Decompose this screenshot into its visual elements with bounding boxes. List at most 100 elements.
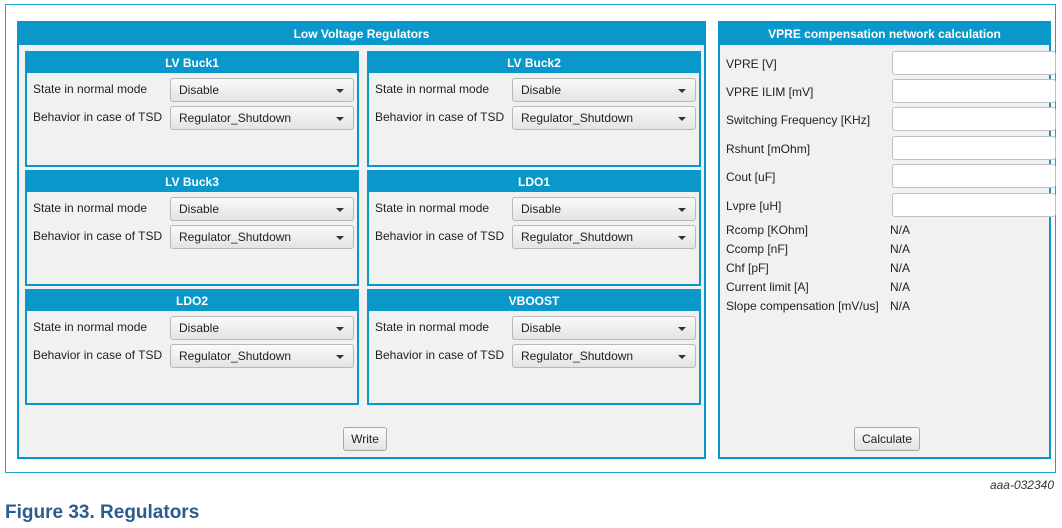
chevron-down-icon	[678, 117, 686, 121]
switching-frequency-input[interactable]	[892, 107, 1056, 131]
tsd-row: Behavior in case of TSD Regulator_Shutdo…	[369, 105, 699, 133]
slope-compensation-label: Slope compensation [mV/us]	[726, 299, 879, 313]
chf-value: N/A	[890, 261, 911, 275]
rshunt-input[interactable]	[892, 136, 1056, 160]
tsd-label: Behavior in case of TSD	[33, 110, 163, 124]
tsd-select[interactable]: Regulator_Shutdown	[170, 106, 354, 130]
group-title: LDO1	[369, 172, 699, 192]
group-lv-buck3: LV Buck3 State in normal mode Disable Be…	[25, 170, 359, 286]
group-ldo2: LDO2 State in normal mode Disable Behavi…	[25, 289, 359, 405]
group-lv-buck1: LV Buck1 State in normal mode Disable Be…	[25, 51, 359, 167]
panel-title: Low Voltage Regulators	[19, 23, 704, 45]
rshunt-label: Rshunt [mOhm]	[726, 142, 811, 156]
figure-id: aaa-032340	[989, 478, 1054, 492]
figure-frame: Low Voltage Regulators LV Buck1 State in…	[5, 4, 1056, 473]
tsd-value: Regulator_Shutdown	[521, 230, 634, 244]
state-select[interactable]: Disable	[170, 197, 354, 221]
tsd-value: Regulator_Shutdown	[521, 349, 634, 363]
tsd-select[interactable]: Regulator_Shutdown	[170, 344, 354, 368]
state-row: State in normal mode Disable	[27, 196, 357, 224]
group-title: LV Buck1	[27, 53, 357, 73]
state-label: State in normal mode	[33, 320, 148, 334]
cout-label: Cout [uF]	[726, 170, 776, 184]
tsd-value: Regulator_Shutdown	[179, 230, 292, 244]
tsd-row: Behavior in case of TSD Regulator_Shutdo…	[27, 343, 357, 371]
state-value: Disable	[521, 321, 562, 335]
chevron-down-icon	[678, 355, 686, 359]
tsd-label: Behavior in case of TSD	[375, 229, 505, 243]
vpre-label: VPRE [V]	[726, 57, 777, 71]
chevron-down-icon	[678, 89, 686, 93]
group-title: LDO2	[27, 291, 357, 311]
state-value: Disable	[179, 83, 220, 97]
tsd-label: Behavior in case of TSD	[33, 348, 163, 362]
tsd-label: Behavior in case of TSD	[33, 229, 163, 243]
group-ldo1: LDO1 State in normal mode Disable Behavi…	[367, 170, 701, 286]
chevron-down-icon	[336, 117, 344, 121]
group-vboost: VBOOST State in normal mode Disable Beha…	[367, 289, 701, 405]
state-row: State in normal mode Disable	[369, 315, 699, 343]
low-voltage-regulators-panel: Low Voltage Regulators LV Buck1 State in…	[17, 21, 706, 459]
tsd-select[interactable]: Regulator_Shutdown	[512, 225, 696, 249]
tsd-value: Regulator_Shutdown	[521, 111, 634, 125]
rcomp-label: Rcomp [KOhm]	[726, 223, 809, 237]
chevron-down-icon	[336, 208, 344, 212]
switching-frequency-label: Switching Frequency [KHz]	[726, 113, 871, 127]
tsd-row: Behavior in case of TSD Regulator_Shutdo…	[27, 105, 357, 133]
state-value: Disable	[521, 202, 562, 216]
state-label: State in normal mode	[375, 201, 490, 215]
vpre-compensation-panel: VPRE compensation network calculation VP…	[718, 21, 1056, 459]
tsd-label: Behavior in case of TSD	[375, 348, 505, 362]
chevron-down-icon	[336, 355, 344, 359]
vpre-input[interactable]	[892, 51, 1056, 75]
state-row: State in normal mode Disable	[27, 77, 357, 105]
tsd-label: Behavior in case of TSD	[375, 110, 505, 124]
rcomp-value: N/A	[890, 223, 911, 237]
lvpre-input[interactable]	[892, 193, 1056, 217]
state-label: State in normal mode	[33, 201, 148, 215]
tsd-select[interactable]: Regulator_Shutdown	[170, 225, 354, 249]
write-button[interactable]: Write	[343, 427, 387, 451]
tsd-row: Behavior in case of TSD Regulator_Shutdo…	[27, 224, 357, 252]
chevron-down-icon	[678, 236, 686, 240]
calculate-button[interactable]: Calculate	[854, 427, 920, 451]
group-lv-buck2: LV Buck2 State in normal mode Disable Be…	[367, 51, 701, 167]
state-row: State in normal mode Disable	[27, 315, 357, 343]
tsd-value: Regulator_Shutdown	[179, 111, 292, 125]
state-select[interactable]: Disable	[512, 197, 696, 221]
tsd-select[interactable]: Regulator_Shutdown	[512, 344, 696, 368]
vpre-ilim-label: VPRE ILIM [mV]	[726, 85, 814, 99]
chevron-down-icon	[678, 208, 686, 212]
chevron-down-icon	[336, 236, 344, 240]
tsd-select[interactable]: Regulator_Shutdown	[512, 106, 696, 130]
state-select[interactable]: Disable	[512, 78, 696, 102]
current-limit-value: N/A	[890, 280, 911, 294]
tsd-value: Regulator_Shutdown	[179, 349, 292, 363]
group-title: VBOOST	[369, 291, 699, 311]
panel-title: VPRE compensation network calculation	[720, 23, 1049, 45]
state-label: State in normal mode	[33, 82, 148, 96]
figure-caption: Figure 33. Regulators	[5, 502, 200, 523]
state-select[interactable]: Disable	[512, 316, 696, 340]
state-select[interactable]: Disable	[170, 316, 354, 340]
state-label: State in normal mode	[375, 82, 490, 96]
chevron-down-icon	[336, 327, 344, 331]
state-select[interactable]: Disable	[170, 78, 354, 102]
group-title: LV Buck2	[369, 53, 699, 73]
state-value: Disable	[179, 202, 220, 216]
chevron-down-icon	[336, 89, 344, 93]
current-limit-label: Current limit [A]	[726, 280, 809, 294]
cout-input[interactable]	[892, 164, 1056, 188]
ccomp-label: Ccomp [nF]	[726, 242, 789, 256]
tsd-row: Behavior in case of TSD Regulator_Shutdo…	[369, 343, 699, 371]
vpre-ilim-input[interactable]	[892, 79, 1056, 103]
group-title: LV Buck3	[27, 172, 357, 192]
chevron-down-icon	[678, 327, 686, 331]
state-row: State in normal mode Disable	[369, 77, 699, 105]
chf-label: Chf [pF]	[726, 261, 769, 275]
lvpre-label: Lvpre [uH]	[726, 199, 782, 213]
slope-compensation-value: N/A	[890, 299, 911, 313]
tsd-row: Behavior in case of TSD Regulator_Shutdo…	[369, 224, 699, 252]
state-label: State in normal mode	[375, 320, 490, 334]
ccomp-value: N/A	[890, 242, 911, 256]
